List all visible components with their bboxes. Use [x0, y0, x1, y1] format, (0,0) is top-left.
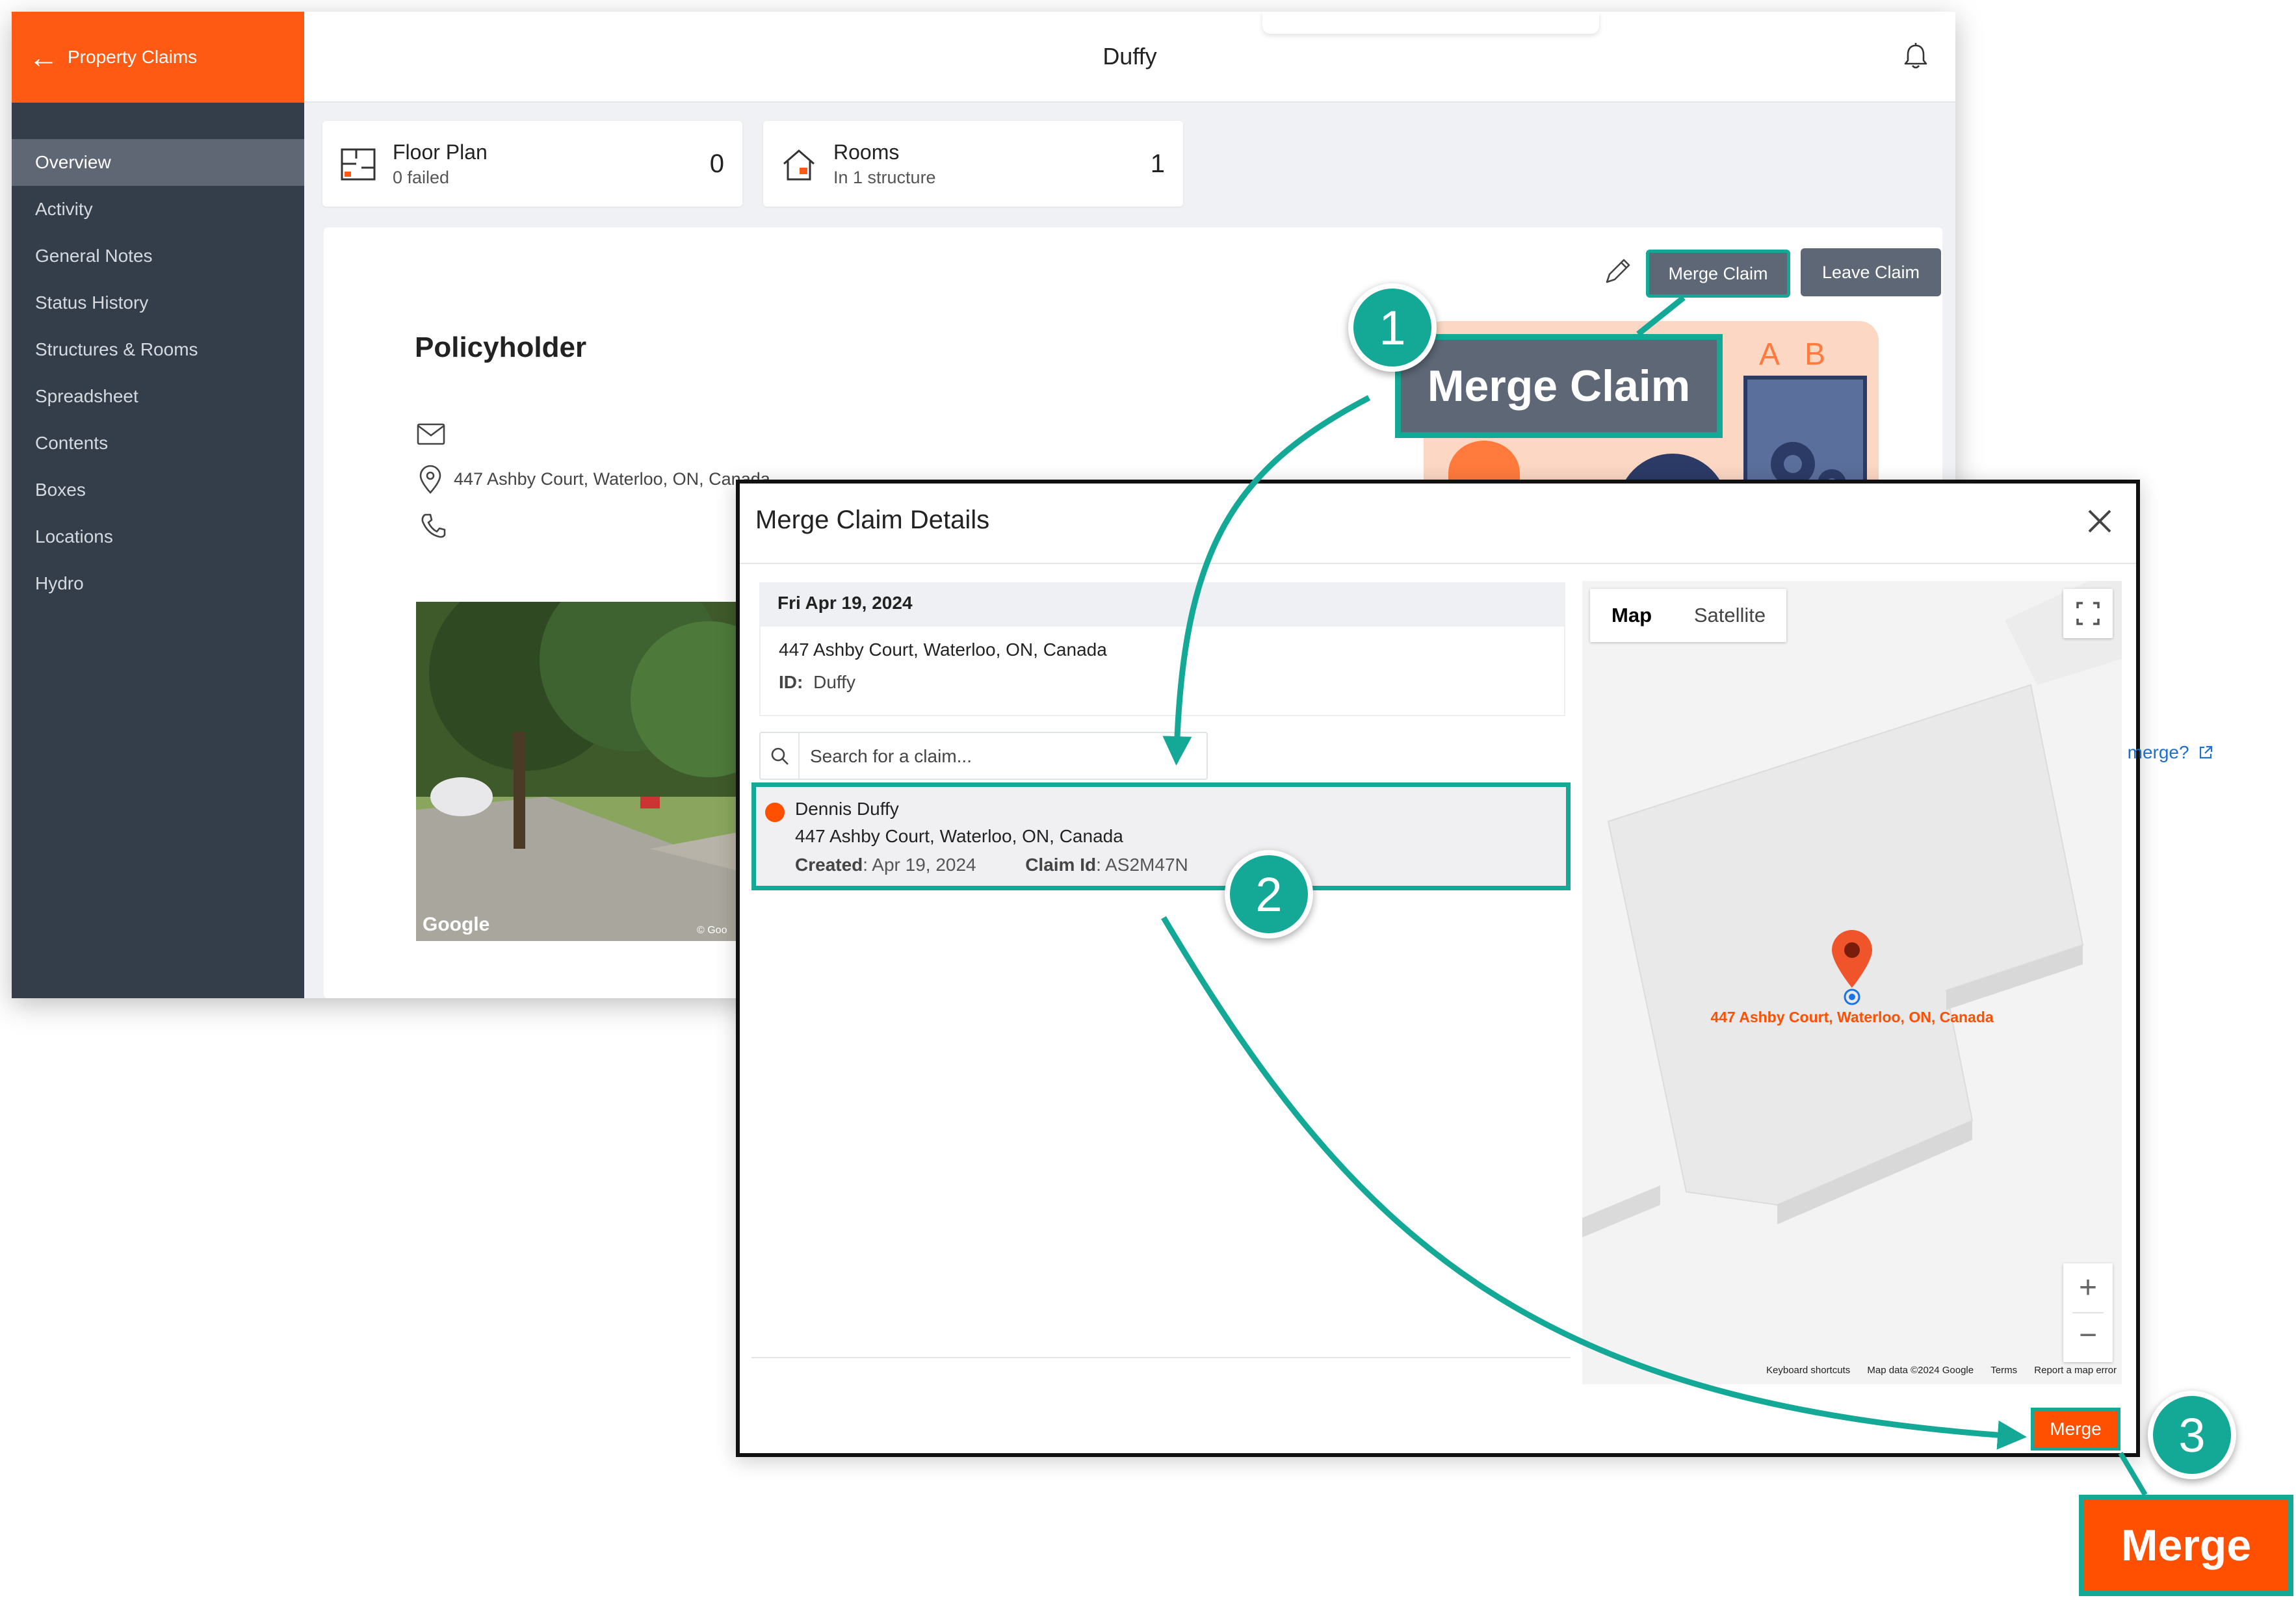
current-claim-date: Fri Apr 19, 2024: [759, 582, 1565, 625]
search-input[interactable]: [809, 733, 1201, 780]
current-claim-details: 447 Ashby Court, Waterloo, ON, Canada ID…: [759, 625, 1565, 716]
back-label: Property Claims: [68, 47, 198, 67]
illustration-letter-a: A: [1759, 337, 1781, 372]
callout-merge-label: Merge: [2079, 1495, 2293, 1596]
sidebar-item-activity[interactable]: Activity: [12, 186, 304, 233]
email-icon[interactable]: [416, 421, 446, 447]
phone-icon[interactable]: [419, 511, 449, 541]
satellite-tab[interactable]: Satellite: [1673, 589, 1786, 642]
result-name: Dennis Duffy: [795, 799, 899, 819]
sidebar-item-contents[interactable]: Contents: [12, 420, 304, 467]
floor-plan-label: Floor Plan: [393, 140, 488, 164]
edit-pencil-icon[interactable]: [1602, 255, 1634, 287]
map-attribution: Keyboard shortcuts Map data ©2024 Google…: [1752, 1365, 2117, 1376]
location-pin-icon: [419, 465, 441, 494]
sidebar-item-overview[interactable]: Overview: [12, 139, 304, 186]
sidebar-item-locations[interactable]: Locations: [12, 513, 304, 560]
connector-merge: [2118, 1451, 2148, 1497]
sidebar-item-structures-rooms[interactable]: Structures & Rooms: [12, 326, 304, 373]
map-zoom-controls: + −: [2063, 1263, 2113, 1362]
policyholder-address: 447 Ashby Court, Waterloo, ON, Canada: [454, 469, 770, 489]
map-tab[interactable]: Map: [1590, 589, 1673, 642]
google-watermark: Google: [423, 914, 489, 935]
callout-merge-claim-label: Merge Claim: [1395, 334, 1723, 438]
result-claim-id-label: Claim Id: [1025, 855, 1097, 875]
search-icon: [771, 747, 789, 765]
result-address: 447 Ashby Court, Waterloo, ON, Canada: [795, 826, 1123, 846]
result-claim-id-value: : AS2M47N: [1096, 855, 1188, 875]
rooms-count: 1: [1150, 149, 1165, 178]
result-meta: Created: Apr 19, 2024 Claim Id: AS2M47N: [795, 855, 1188, 875]
step-1-badge: 1: [1348, 283, 1437, 372]
house-icon: [783, 149, 815, 181]
arrow-left-icon: ←: [29, 40, 59, 74]
bell-icon[interactable]: [1899, 40, 1932, 73]
sidebar-item-spreadsheet[interactable]: Spreadsheet: [12, 373, 304, 420]
result-created-value: : Apr 19, 2024: [863, 855, 976, 875]
map-marker-label: 447 Ashby Court, Waterloo, ON, Canada: [1710, 1009, 1994, 1026]
step-3-badge: 3: [2148, 1391, 2236, 1479]
results-list-area: [751, 890, 1571, 1358]
floor-plan-count: 0: [709, 149, 724, 178]
search-divider: [798, 733, 800, 779]
leave-claim-button[interactable]: Leave Claim: [1801, 248, 1941, 296]
map-view[interactable]: Map Satellite 447 Ashby Court, Waterloo,…: [1582, 581, 2122, 1384]
modal-title: Merge Claim Details: [755, 506, 990, 534]
close-icon[interactable]: [2081, 503, 2118, 539]
illustration-letter-b: B: [1805, 337, 1826, 372]
terms-link[interactable]: Terms: [1990, 1365, 2017, 1376]
policyholder-heading: Policyholder: [415, 331, 587, 363]
external-link-icon: [2200, 745, 2213, 759]
merge-button[interactable]: Merge: [2031, 1408, 2120, 1451]
current-claim-id-label: ID:: [779, 672, 803, 692]
sidebar: Overview Activity General Notes Status H…: [12, 103, 304, 998]
claim-search: [759, 732, 1208, 780]
step-2-badge: 2: [1225, 850, 1313, 938]
floor-plan-sub: 0 failed: [393, 168, 450, 187]
result-status-dot: [765, 803, 785, 822]
map-type-toggle: Map Satellite: [1590, 589, 1786, 642]
floor-plan-card[interactable]: Floor Plan 0 failed 0: [322, 121, 742, 207]
map-data-text: Map data ©2024 Google: [1867, 1365, 1974, 1376]
claim-search-result[interactable]: Dennis Duffy 447 Ashby Court, Waterloo, …: [751, 782, 1571, 890]
map-marker-icon[interactable]: [1824, 927, 1880, 1007]
sidebar-item-general-notes[interactable]: General Notes: [12, 233, 304, 279]
sidebar-item-hydro[interactable]: Hydro: [12, 560, 304, 607]
floor-plan-icon: [341, 148, 376, 181]
top-bar: Duffy: [304, 12, 1955, 103]
page-title: Duffy: [1102, 43, 1157, 70]
merge-claim-button[interactable]: Merge Claim: [1646, 250, 1790, 298]
keyboard-shortcuts-link[interactable]: Keyboard shortcuts: [1766, 1365, 1850, 1376]
rooms-card[interactable]: Rooms In 1 structure 1: [763, 121, 1183, 207]
current-claim-address: 447 Ashby Court, Waterloo, ON, Canada: [779, 639, 1107, 660]
merge-claim-modal: Merge Claim Details Fri Apr 19, 2024 447…: [736, 480, 2213, 1457]
zoom-in-icon[interactable]: +: [2063, 1263, 2113, 1313]
report-map-error-link[interactable]: Report a map error: [2034, 1365, 2117, 1376]
modal-divider: [740, 563, 2136, 564]
result-created-label: Created: [795, 855, 863, 875]
rooms-sub: In 1 structure: [833, 168, 936, 187]
sidebar-item-status-history[interactable]: Status History: [12, 279, 304, 326]
rooms-label: Rooms: [833, 140, 900, 164]
fullscreen-icon[interactable]: [2063, 589, 2113, 638]
sidebar-item-boxes[interactable]: Boxes: [12, 467, 304, 513]
property-street-photo: Google © Goo: [416, 602, 754, 941]
current-claim-id-value: Duffy: [813, 672, 855, 692]
zoom-out-icon[interactable]: −: [2063, 1313, 2113, 1362]
current-claim-id-row: ID: Duffy: [779, 672, 1564, 693]
partial-popup-edge: [1262, 12, 1599, 34]
back-to-property-claims[interactable]: ← Property Claims: [12, 12, 304, 103]
photo-copyright: © Goo: [697, 925, 727, 936]
